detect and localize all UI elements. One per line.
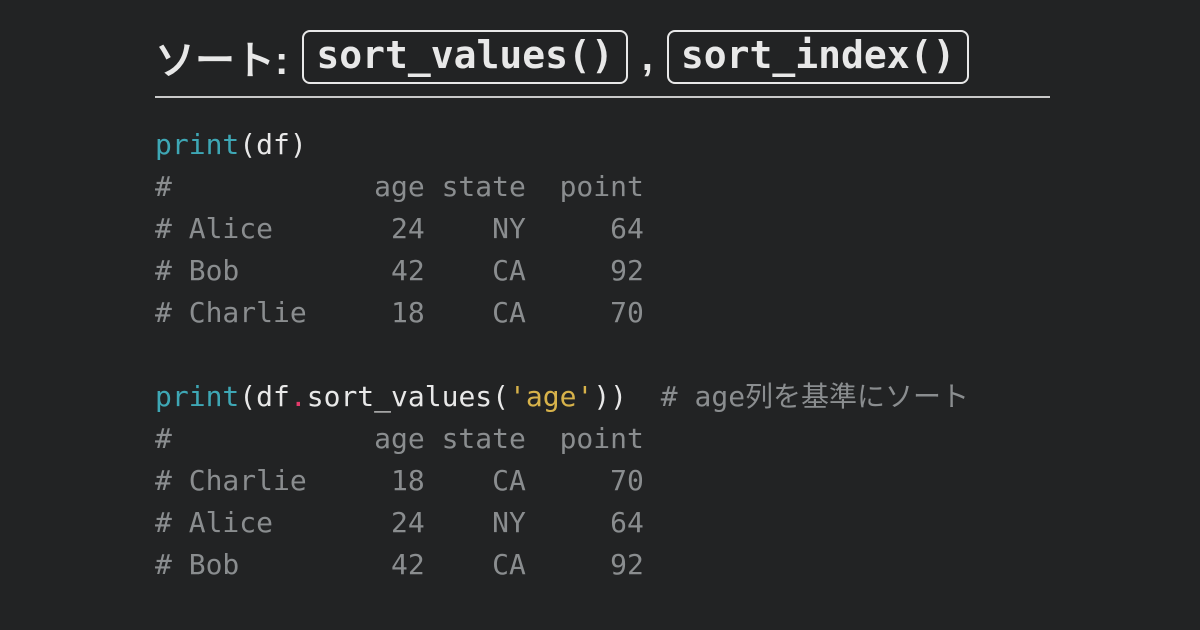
out2-l3: # Bob 42 CA 92: [155, 548, 644, 581]
chip-sort-values: sort_values(): [302, 30, 627, 84]
code-block: print(df) # age state point # Alice 24 N…: [155, 124, 1050, 586]
code2-lp: (: [239, 380, 256, 413]
code2-dot: .: [290, 380, 307, 413]
out1-l2: # Bob 42 CA 92: [155, 254, 644, 287]
code2-method: sort_values: [307, 380, 492, 413]
code2-argstr: 'age': [509, 380, 593, 413]
out1-l3: # Charlie 18 CA 70: [155, 296, 644, 329]
code2-comment: # age列を基準にソート: [627, 380, 969, 413]
code1-arg: df: [256, 128, 290, 161]
code2-lp2: (: [492, 380, 509, 413]
chip-sort-index: sort_index(): [667, 30, 970, 84]
out2-l2: # Alice 24 NY 64: [155, 506, 644, 539]
out2-l1: # Charlie 18 CA 70: [155, 464, 644, 497]
code1-rp: ): [290, 128, 307, 161]
code1-fn: print: [155, 128, 239, 161]
title-row: ソート: sort_values() , sort_index(): [155, 28, 1050, 98]
out1-l1: # Alice 24 NY 64: [155, 212, 644, 245]
code1-lp: (: [239, 128, 256, 161]
slide: ソート: sort_values() , sort_index() print(…: [0, 0, 1200, 586]
code2-fn: print: [155, 380, 239, 413]
code2-obj: df: [256, 380, 290, 413]
out2-l0: # age state point: [155, 422, 644, 455]
out1-l0: # age state point: [155, 170, 644, 203]
code2-rp2: )): [593, 380, 627, 413]
title-label: ソート:: [155, 28, 288, 86]
title-sep: ,: [642, 35, 653, 80]
